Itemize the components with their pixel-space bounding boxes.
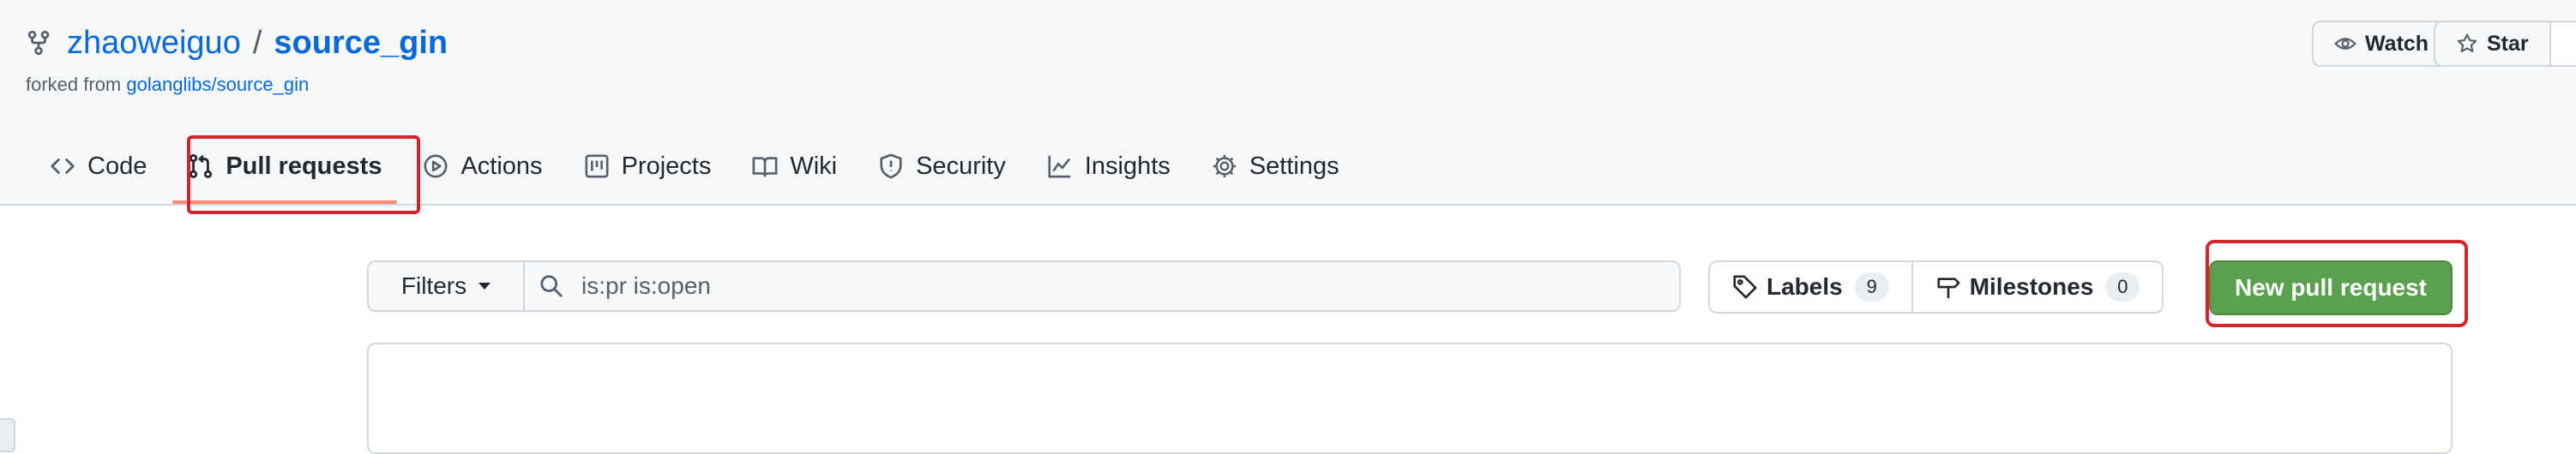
tab-actions[interactable]: Actions [423,130,543,202]
book-icon [752,157,778,177]
pull-request-list [367,343,2453,454]
tab-actions-label: Actions [460,152,543,180]
issue-filter-bar: Filters [367,260,1681,312]
tab-pull-requests-label: Pull requests [226,152,382,180]
repo-header: zhaoweiguo / source_gin forked from gola… [0,0,2576,206]
git-pull-request-icon [190,154,213,178]
repo-forked-icon [27,30,50,56]
tab-security-label: Security [916,152,1006,180]
project-icon [585,154,609,178]
labels-count-badge: 9 [1854,272,1889,302]
tab-security[interactable]: Security [878,130,1006,202]
forked-from-note: forked from golanglibs/source_gin [26,74,309,96]
tab-wiki[interactable]: Wiki [752,130,837,202]
search-field [525,262,1679,310]
labels-milestones-group: Labels 9 Milestones 0 [1708,260,2164,314]
tab-projects[interactable]: Projects [584,130,712,202]
repo-title: zhaoweiguo / source_gin [26,19,448,67]
repo-nav-tabs: Code Pull requests Actions Projects Wiki… [50,130,1381,204]
tab-settings[interactable]: Settings [1212,130,1339,202]
star-count[interactable]: 0 [2549,22,2576,65]
tab-projects-label: Projects [621,152,712,180]
watch-label: Watch [2365,31,2429,56]
tab-code[interactable]: Code [50,130,147,202]
shield-icon [880,153,902,179]
tab-insights[interactable]: Insights [1047,130,1171,202]
milestone-icon [1937,278,1960,299]
milestones-label: Milestones [1969,273,2094,300]
search-icon [540,275,563,297]
repo-owner-link[interactable]: zhaoweiguo [67,25,241,62]
tag-icon [1733,275,1757,299]
side-edge-handle[interactable] [0,418,15,452]
tab-pull-requests[interactable]: Pull requests [172,130,398,204]
labels-button[interactable]: Labels 9 [1710,262,1911,312]
graph-icon [1048,155,1071,178]
star-label: Star [2487,31,2529,56]
labels-label: Labels [1766,273,1843,300]
tab-insights-label: Insights [1084,152,1171,180]
star-button[interactable]: Star [2435,22,2549,65]
filters-dropdown[interactable]: Filters [369,262,525,310]
forked-source-link[interactable]: golanglibs/source_gin [126,74,309,95]
milestones-count-badge: 0 [2105,272,2140,302]
watch-button[interactable]: Watch [2314,22,2449,65]
repo-path-separator: / [252,24,262,61]
milestones-button[interactable]: Milestones 0 [1911,262,2163,312]
search-input[interactable] [580,272,1612,301]
gear-icon [1213,154,1236,178]
new-pull-request-button[interactable]: New pull request [2209,260,2453,315]
star-button-group: Star 0 [2434,21,2576,67]
tab-code-label: Code [87,152,147,180]
play-icon [424,154,448,178]
filters-label: Filters [400,272,467,299]
tab-wiki-label: Wiki [790,152,838,180]
forked-from-label: forked from [26,74,122,95]
star-icon [2457,33,2477,52]
code-icon [51,158,75,174]
tab-settings-label: Settings [1249,152,1339,180]
repo-name-link[interactable]: source_gin [274,25,448,62]
caret-down-icon [478,283,491,290]
eye-icon [2334,38,2356,50]
